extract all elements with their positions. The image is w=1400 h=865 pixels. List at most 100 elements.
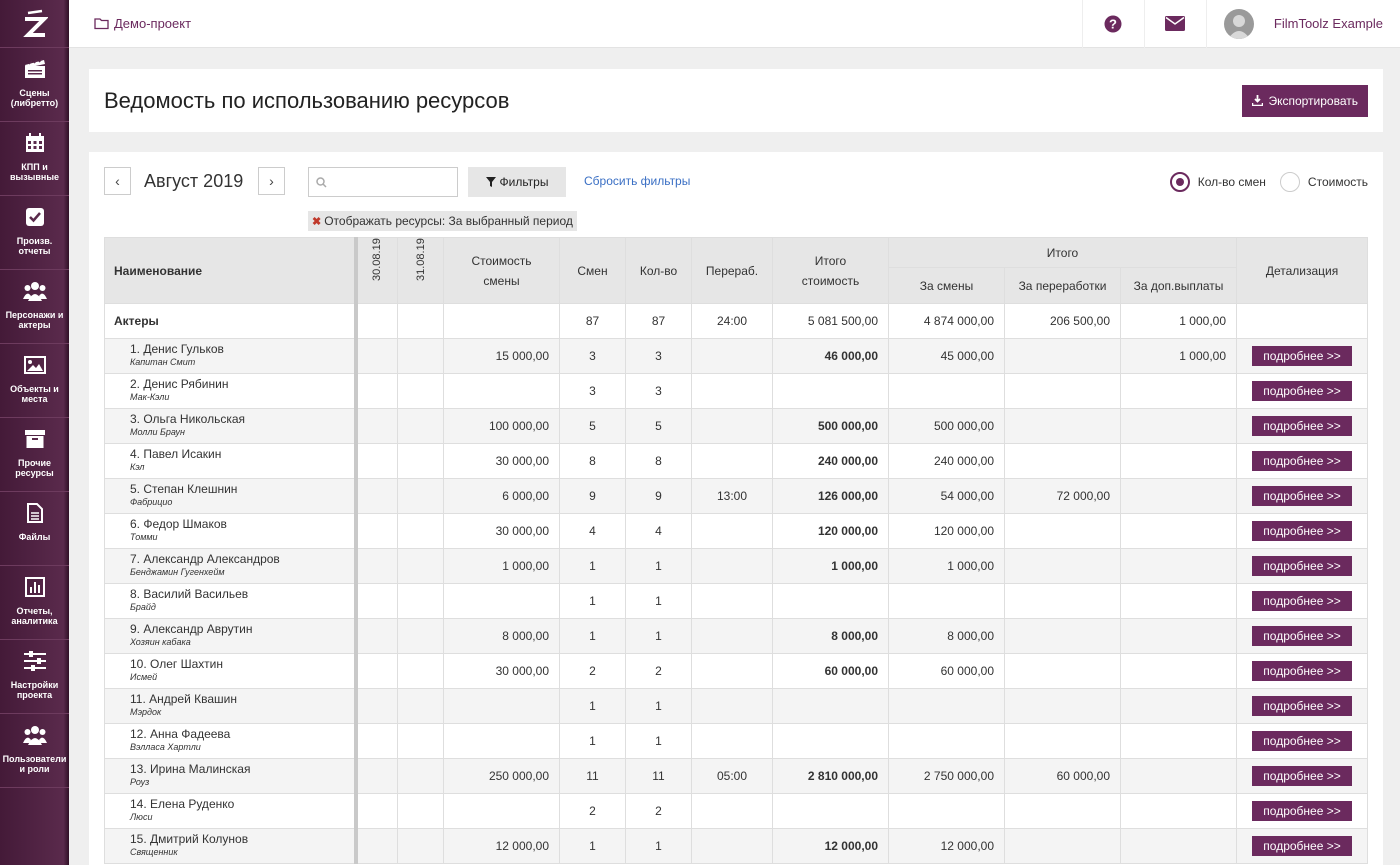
cell-cost [443, 583, 560, 619]
cell-total: 12 000,00 [772, 828, 889, 864]
cell-by-overtime [1004, 513, 1121, 549]
avatar [1223, 8, 1254, 39]
sidebar-item-9[interactable]: Настройки проекта [0, 640, 69, 714]
help-button[interactable]: ? [1081, 0, 1144, 48]
cell-by-extra [1119, 513, 1238, 549]
next-month-button[interactable]: › [258, 167, 285, 195]
actor-name[interactable]: 7. Александр Александров [130, 552, 354, 566]
details-button[interactable]: подробнее >> [1252, 346, 1353, 366]
app-logo[interactable] [0, 0, 69, 48]
cell-by-shifts: 45 000,00 [888, 338, 1005, 374]
sidebar-item-3[interactable]: Произв. отчеты [0, 196, 69, 270]
table-row: 9. Александр Аврутин Хозяин кабака 8 000,0… [104, 618, 1369, 654]
actor-name[interactable]: 3. Ольга Никольская [130, 412, 354, 426]
role-name: Капитан Смит [130, 357, 196, 367]
details-button[interactable]: подробнее >> [1252, 486, 1353, 506]
reset-filters-link[interactable]: Сбросить фильтры [584, 174, 690, 188]
details-button[interactable]: подробнее >> [1252, 626, 1353, 646]
details-button[interactable]: подробнее >> [1252, 591, 1353, 611]
details-button[interactable]: подробнее >> [1252, 451, 1353, 471]
details-button[interactable]: подробнее >> [1252, 416, 1353, 436]
role-name: Фабрицио [130, 497, 173, 507]
details-button[interactable]: подробнее >> [1252, 521, 1353, 541]
cell-shifts: 1 [559, 618, 626, 654]
messages-button[interactable] [1143, 0, 1206, 48]
col-qty: Кол-во [625, 237, 692, 304]
actor-name[interactable]: 6. Федор Шмаков [130, 517, 354, 531]
bar-chart-icon [24, 576, 45, 598]
cell-by-extra [1119, 758, 1238, 794]
details-button[interactable]: подробнее >> [1252, 556, 1353, 576]
details-button[interactable]: подробнее >> [1252, 661, 1353, 681]
col-name[interactable]: Наименование [104, 237, 356, 304]
role-name: Томми [130, 532, 158, 542]
cell-cost: 30 000,00 [443, 513, 560, 549]
actor-name[interactable]: 15. Дмитрий Колунов [130, 832, 354, 846]
cell-qty: 5 [625, 408, 692, 444]
sidebar-item-10[interactable]: Пользователи и роли [0, 714, 69, 788]
details-button[interactable]: подробнее >> [1252, 381, 1353, 401]
group-by-overtime: 206 500,00 [1004, 303, 1121, 339]
cell-by-overtime [1004, 583, 1121, 619]
actor-name[interactable]: 13. Ирина Малинская [130, 762, 354, 776]
details-button[interactable]: подробнее >> [1252, 696, 1353, 716]
remove-filter-icon[interactable]: ✖ [312, 215, 321, 228]
project-link[interactable]: Демо-проект [94, 16, 191, 31]
radio-shifts[interactable] [1169, 172, 1190, 192]
sidebar-item-label: Персонажи и актеры [5, 310, 64, 330]
table-row: 5. Степан Клешнин Фабрицио 6 000,00 9 9 13:00… [104, 478, 1369, 514]
actor-name[interactable]: 1. Денис Гульков [130, 342, 354, 356]
sidebar-item-2[interactable]: КПП и вызывные [0, 122, 69, 196]
cell-by-overtime [1004, 408, 1121, 444]
month-pager: ‹ Август 2019 › [104, 167, 285, 195]
sidebar-item-5[interactable]: Объекты и места [0, 344, 69, 418]
cell-cost: 1 000,00 [443, 548, 560, 584]
actor-name[interactable]: 10. Олег Шахтин [130, 657, 354, 671]
cell-total [772, 688, 889, 724]
user-menu[interactable]: FilmToolz Example [1205, 0, 1400, 48]
search-input[interactable] [308, 167, 458, 197]
filters-button[interactable]: Фильтры [468, 167, 566, 197]
cell-by-shifts: 54 000,00 [888, 478, 1005, 514]
sidebar: Сцены (либретто) КПП и вызывные Произв. от… [0, 0, 69, 865]
table-row: 12. Анна Фадеева Вэлласа Хартли 1 1 подробне… [104, 723, 1369, 759]
details-button[interactable]: подробнее >> [1252, 731, 1353, 751]
actor-name[interactable]: 5. Степан Клешнин [130, 482, 354, 496]
cell-by-overtime: 60 000,00 [1004, 758, 1121, 794]
details-button[interactable]: подробнее >> [1252, 766, 1353, 786]
role-name: Хозяин кабака [130, 637, 191, 647]
col-by-extra: За доп.выплаты [1119, 267, 1238, 304]
cell-qty: 3 [625, 338, 692, 374]
cell-overtime [691, 513, 773, 549]
actor-name[interactable]: 8. Василий Васильев [130, 587, 354, 601]
cell-cost: 15 000,00 [443, 338, 560, 374]
radio-cost[interactable] [1279, 172, 1300, 192]
sidebar-item-8[interactable]: Отчеты, аналитика [0, 566, 69, 640]
actor-name[interactable]: 4. Павел Исакин [130, 447, 354, 461]
sidebar-item-6[interactable]: Прочие ресурсы [0, 418, 69, 492]
radio-shifts-label: Кол-во смен [1197, 175, 1266, 189]
filters-label: Фильтры [499, 175, 549, 189]
actor-name[interactable]: 11. Андрей Квашин [130, 692, 354, 706]
report-panel: ‹ Август 2019 › Фильтры Сбросить фильтры… [89, 152, 1383, 865]
cell-by-extra [1119, 653, 1238, 689]
actor-name[interactable]: 9. Александр Аврутин [130, 622, 354, 636]
table-row: 1. Денис Гульков Капитан Смит 15 000,00 3 3 4… [104, 338, 1369, 374]
role-name: Священник [130, 847, 178, 857]
export-button[interactable]: Экспортировать [1242, 84, 1368, 117]
actor-name[interactable]: 12. Анна Фадеева [130, 727, 354, 741]
cell-overtime [691, 723, 773, 759]
sidebar-item-1[interactable]: Сцены (либретто) [0, 48, 69, 122]
actor-name[interactable]: 14. Елена Руденко [130, 797, 354, 811]
details-button[interactable]: подробнее >> [1252, 836, 1353, 856]
sidebar-item-4[interactable]: Персонажи и актеры [0, 270, 69, 344]
details-button[interactable]: подробнее >> [1252, 801, 1353, 821]
cell-qty: 1 [625, 583, 692, 619]
actor-name[interactable]: 2. Денис Рябинин [130, 377, 354, 391]
cell-overtime [691, 373, 773, 409]
cell-by-extra [1119, 478, 1238, 514]
prev-month-button[interactable]: ‹ [104, 167, 131, 195]
cell-qty: 3 [625, 373, 692, 409]
sidebar-item-label: КПП и вызывные [9, 162, 60, 182]
sidebar-item-7[interactable]: Файлы [0, 492, 69, 566]
